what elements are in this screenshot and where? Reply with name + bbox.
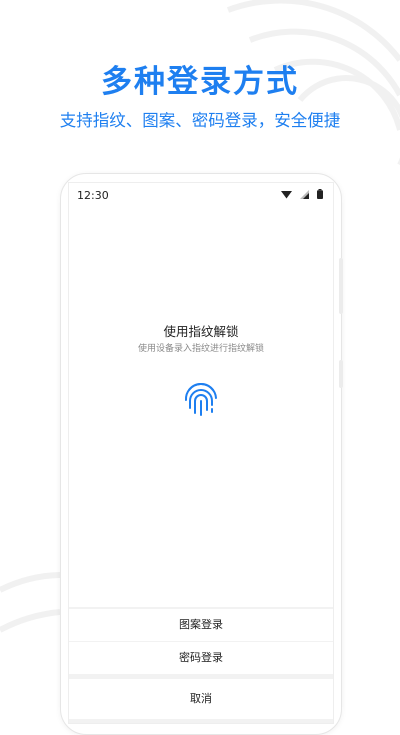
fingerprint-unlock-title: 使用指纹解锁 [163, 324, 239, 339]
status-time: 12:30 [77, 189, 109, 202]
battery-icon [317, 189, 323, 199]
signal-icon [300, 189, 309, 199]
login-options-sheet: 图案登录 密码登录 取消 [69, 607, 333, 723]
phone-side-button [339, 360, 343, 388]
fingerprint-unlock-hint: 使用设备录入指纹进行指纹解锁 [137, 344, 264, 354]
password-login-button[interactable]: 密码登录 [69, 642, 333, 674]
pattern-login-button[interactable]: 图案登录 [69, 609, 333, 641]
status-bar: 12:30 [69, 183, 333, 207]
promo-subline: 支持指纹、图案、密码登录，安全便捷 [59, 111, 341, 130]
phone-side-button [339, 258, 343, 314]
phone-screen: 12:30 使用指纹解锁 使用设备录入指纹进行指纹解锁 图案登录 密码登录 取消 [68, 182, 334, 724]
fingerprint-icon[interactable] [181, 378, 221, 418]
wifi-icon [281, 190, 292, 198]
cancel-button[interactable]: 取消 [69, 679, 333, 719]
promo-headline: 多种登录方式 [101, 64, 299, 100]
